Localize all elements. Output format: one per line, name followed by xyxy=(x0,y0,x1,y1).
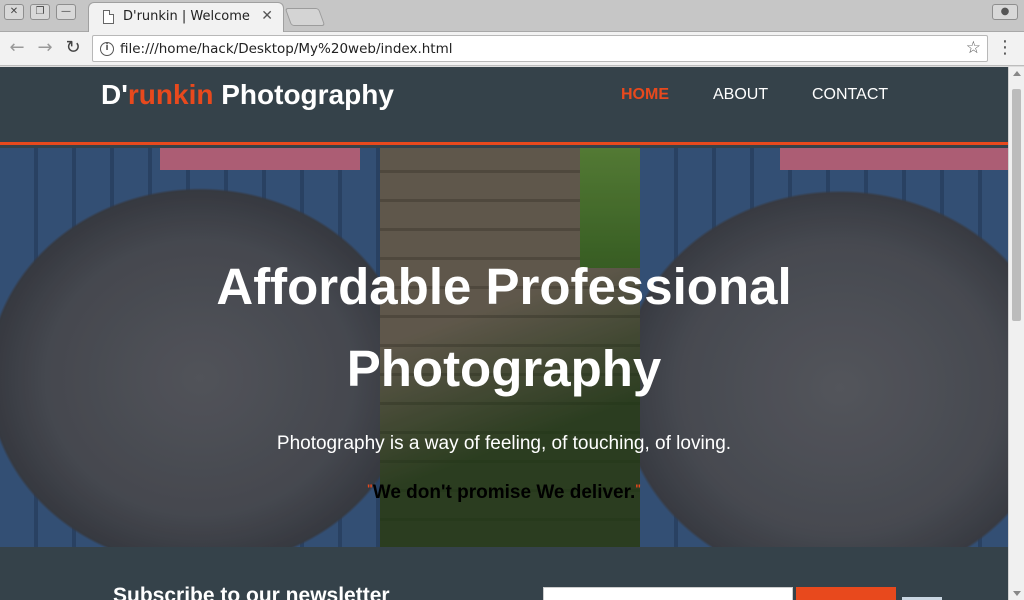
tab-title: D'runkin | Welcome xyxy=(123,9,250,24)
scroll-up-arrow-icon[interactable] xyxy=(1013,71,1021,76)
reload-icon[interactable]: ↻ xyxy=(62,37,84,59)
newsletter-title: Subscribe to our newsletter xyxy=(113,584,390,600)
hero-title: Affordable Professional Photography xyxy=(104,246,904,410)
logo-highlight: runkin xyxy=(127,79,214,110)
hero-title-line-2: Photography xyxy=(346,340,662,397)
browser-tab-active[interactable]: D'runkin | Welcome ✕ xyxy=(88,2,284,32)
page-scrollbar[interactable] xyxy=(1008,67,1024,600)
quote-close-icon: " xyxy=(635,482,641,496)
window-minimize-button[interactable]: — xyxy=(56,4,76,20)
logo-part-1: D' xyxy=(101,79,128,110)
site-logo[interactable]: D'runkin Photography xyxy=(101,79,394,111)
window-close-button[interactable]: ✕ xyxy=(4,4,24,20)
nav-contact-link[interactable]: CONTACT xyxy=(812,86,888,104)
bookmark-star-icon[interactable]: ☆ xyxy=(966,38,981,58)
forward-arrow-icon[interactable]: → xyxy=(34,37,56,59)
info-icon[interactable]: i xyxy=(100,42,114,56)
nav-about-link[interactable]: ABOUT xyxy=(713,86,768,104)
site-header: D'runkin Photography HOME ABOUT CONTACT xyxy=(0,67,1008,145)
newsletter-subscribe-button[interactable] xyxy=(796,587,896,600)
browser-toolbar: ← → ↻ i file:///home/hack/Desktop/My%20w… xyxy=(0,32,1024,66)
newsletter-section: Subscribe to our newsletter xyxy=(0,547,1008,600)
address-bar[interactable]: i file:///home/hack/Desktop/My%20web/ind… xyxy=(92,35,988,62)
tab-close-icon[interactable]: ✕ xyxy=(261,8,273,24)
scrollbar-thumb[interactable] xyxy=(1012,89,1021,321)
scroll-down-arrow-icon[interactable] xyxy=(1013,591,1021,596)
page-viewport: D'runkin Photography HOME ABOUT CONTACT … xyxy=(0,67,1008,600)
hero-title-line-1: Affordable Professional xyxy=(216,258,792,315)
page-icon xyxy=(103,10,114,24)
browser-tabstrip: ✕ ❐ — D'runkin | Welcome ✕ ● xyxy=(0,0,1024,32)
hero-showcase: Affordable Professional Photography Phot… xyxy=(0,148,1008,547)
hero-tagline-text: We don't promise We deliver. xyxy=(372,482,636,503)
hero-subtitle: Photography is a way of feeling, of touc… xyxy=(276,433,732,454)
browser-menu-icon[interactable]: ⋮ xyxy=(996,37,1014,59)
nav-home-link[interactable]: HOME xyxy=(621,86,669,104)
newsletter-email-input[interactable] xyxy=(543,587,793,600)
profile-icon[interactable]: ● xyxy=(992,4,1018,20)
back-arrow-icon[interactable]: ← xyxy=(6,37,28,59)
url-text[interactable]: file:///home/hack/Desktop/My%20web/index… xyxy=(120,41,453,57)
window-restore-button[interactable]: ❐ xyxy=(30,4,50,20)
new-tab-button[interactable] xyxy=(284,8,326,26)
logo-part-2: Photography xyxy=(213,79,394,110)
hero-tagline: "We don't promise We deliver." xyxy=(104,482,904,504)
